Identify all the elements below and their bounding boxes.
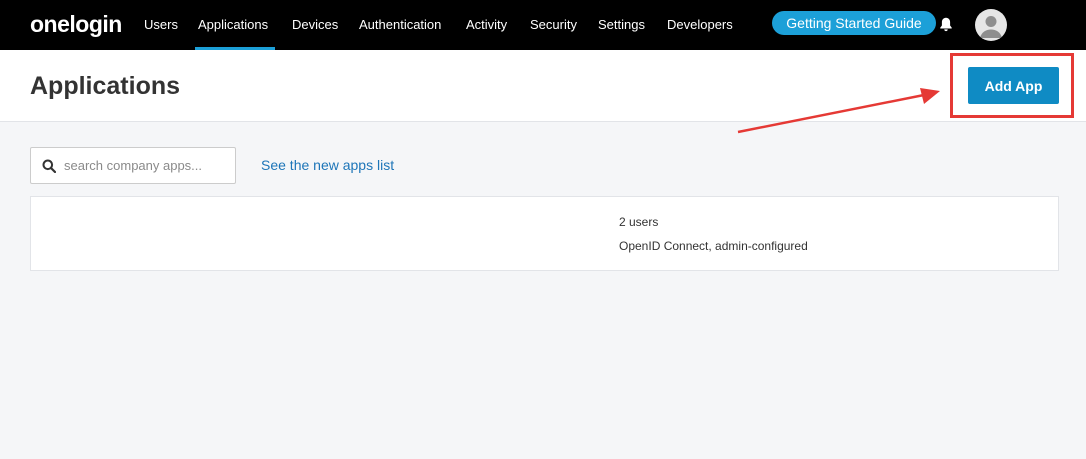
nav-item-settings[interactable]: Settings [598,16,645,33]
app-list: 2 users OpenID Connect, admin-configured [30,196,1059,271]
nav-item-activity[interactable]: Activity [466,16,507,33]
arrow-annotation [737,88,940,134]
user-avatar[interactable] [975,9,1007,41]
avatar-icon [980,16,1002,38]
nav-item-devices[interactable]: Devices [292,16,338,33]
onelogin-logo[interactable]: onelogin [30,10,122,38]
nav-item-applications[interactable]: Applications [198,16,268,33]
nav-item-authentication[interactable]: Authentication [359,16,441,33]
search-box[interactable] [30,147,236,184]
bell-icon[interactable] [939,17,953,32]
nav-item-users[interactable]: Users [144,16,178,33]
search-icon [42,159,56,173]
search-input[interactable] [64,149,232,182]
nav-item-developers[interactable]: Developers [667,16,733,33]
top-nav: onelogin Users Applications Devices Auth… [0,0,1086,50]
nav-item-security[interactable]: Security [530,16,577,33]
page-title: Applications [30,72,181,100]
app-connector-type: OpenID Connect, admin-configured [619,239,808,253]
getting-started-guide-button[interactable]: Getting Started Guide [772,11,936,35]
app-user-count: 2 users [619,215,659,229]
add-app-button[interactable]: Add App [968,67,1059,104]
new-apps-list-link[interactable]: See the new apps list [261,156,394,174]
